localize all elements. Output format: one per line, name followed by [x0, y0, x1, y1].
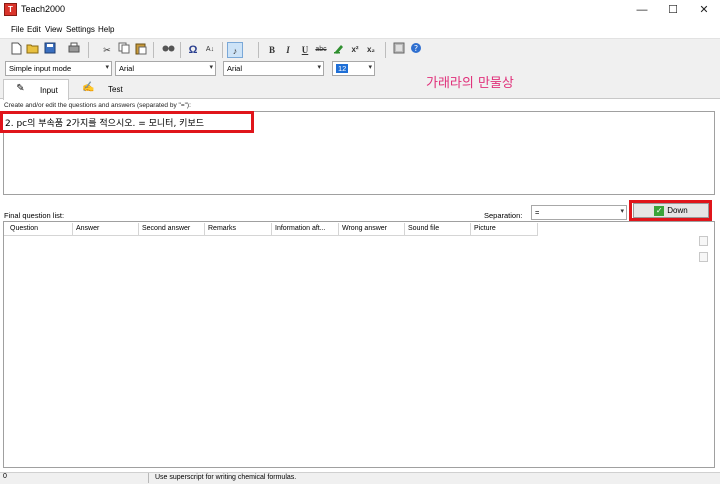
image-icon[interactable]: [391, 42, 407, 58]
toolbar-divider: [385, 42, 386, 58]
paste-icon[interactable]: [133, 42, 149, 58]
column-divider: [338, 223, 339, 235]
chevron-down-icon: ▾: [209, 64, 213, 71]
separation-value: =: [535, 208, 540, 217]
strikethrough-icon[interactable]: abc: [313, 42, 329, 58]
superscript-icon[interactable]: x²: [347, 42, 363, 58]
window-title: Teach2000: [21, 4, 66, 14]
column-divider: [271, 223, 272, 235]
test-icon: ✍: [82, 82, 95, 93]
answer-font-select[interactable]: Arial ▾: [223, 61, 324, 76]
menu-edit[interactable]: Edit: [27, 25, 41, 34]
move-down-icon[interactable]: [699, 252, 708, 262]
omega-icon[interactable]: Ω: [185, 42, 201, 58]
editor-text: 2. pc의 부속품 2가지를 적으시오. = 모니터, 키보드: [5, 119, 205, 129]
toolbar-divider: [88, 42, 89, 58]
chevron-down-icon: ▾: [368, 64, 372, 71]
down-arrow-icon: ✓: [654, 205, 665, 216]
bold-icon[interactable]: B: [264, 42, 280, 58]
print-icon[interactable]: [66, 42, 82, 58]
menu-settings[interactable]: Settings: [66, 25, 95, 34]
answer-font-value: Arial: [227, 64, 243, 73]
close-button[interactable]: ✕: [689, 0, 719, 20]
menu-bar: File Edit View Settings Help: [0, 20, 720, 38]
toolbar-divider: [222, 42, 223, 58]
column-header[interactable]: Wrong answer: [342, 225, 387, 232]
column-divider: [470, 223, 471, 235]
down-button-label: Down: [667, 206, 688, 215]
font-size-value: 12: [336, 64, 349, 73]
svg-text:?: ?: [414, 44, 418, 53]
open-folder-icon[interactable]: [25, 42, 41, 58]
column-divider: [138, 223, 139, 235]
pencil-icon: ✎: [16, 83, 25, 94]
column-divider: [204, 223, 205, 235]
watermark-text: 가래라의 만물상: [426, 76, 514, 91]
tab-input-label: Input: [40, 86, 58, 95]
chevron-down-icon: ▾: [105, 64, 109, 71]
sort-icon[interactable]: A↓: [202, 42, 218, 58]
underline-icon[interactable]: U: [297, 42, 313, 58]
move-up-icon[interactable]: [699, 236, 708, 246]
column-header[interactable]: Sound file: [408, 225, 439, 232]
input-mode-value: Simple input mode: [9, 64, 72, 73]
input-mode-select[interactable]: Simple input mode ▾: [5, 61, 112, 76]
question-font-value: Arial: [119, 64, 135, 73]
menu-file[interactable]: File: [11, 25, 24, 34]
status-bar: [0, 472, 720, 484]
italic-icon[interactable]: I: [280, 42, 296, 58]
tab-input[interactable]: ✎ Input: [3, 79, 69, 100]
highlight-icon[interactable]: [331, 42, 347, 58]
grid-header: Question Answer Second answer Remarks In…: [4, 222, 538, 236]
tab-test[interactable]: ✍ Test: [72, 79, 132, 99]
title-bar: T Teach2000 — ☐ ✕: [0, 0, 720, 20]
help-icon[interactable]: ?: [408, 42, 424, 58]
format-bar: Simple input mode ▾ Arial ▾ Arial ▾ 12 ▾: [0, 60, 720, 77]
down-button[interactable]: ✓ Down: [633, 203, 709, 218]
subscript-icon[interactable]: x₂: [363, 42, 379, 58]
app-icon: T: [4, 3, 17, 16]
toolbar: ✂ Ω A↓ ♪ B I U abc x² x₂ ?: [0, 38, 720, 60]
toolbar-divider: [258, 42, 259, 58]
toolbar-divider: [153, 42, 154, 58]
cut-icon[interactable]: ✂: [99, 42, 115, 58]
separation-select[interactable]: = ▾: [531, 205, 627, 220]
column-divider: [404, 223, 405, 235]
column-divider: [537, 223, 538, 235]
separation-label: Separation:: [484, 211, 523, 220]
status-divider: [148, 473, 149, 483]
question-list-grid[interactable]: [3, 221, 715, 468]
menu-view[interactable]: View: [45, 25, 62, 34]
status-hint: Use superscript for writing chemical for…: [155, 474, 297, 481]
find-icon[interactable]: [160, 42, 176, 58]
tab-test-label: Test: [108, 85, 123, 94]
toolbar-divider: [180, 42, 181, 58]
question-font-select[interactable]: Arial ▾: [115, 61, 216, 76]
font-size-select[interactable]: 12 ▾: [332, 61, 375, 76]
maximize-button[interactable]: ☐: [658, 0, 688, 20]
column-header[interactable]: Information aft...: [275, 225, 326, 232]
chevron-down-icon: ▾: [317, 64, 321, 71]
tab-strip: ✎ Input ✍ Test: [0, 77, 720, 100]
column-divider: [72, 223, 73, 235]
column-header[interactable]: Answer: [76, 225, 99, 232]
menu-help[interactable]: Help: [98, 25, 114, 34]
new-file-icon[interactable]: [8, 42, 24, 58]
save-icon[interactable]: [42, 42, 58, 58]
copy-icon[interactable]: [116, 42, 132, 58]
column-header[interactable]: Remarks: [208, 225, 236, 232]
question-count: 0: [3, 473, 7, 480]
column-header[interactable]: Picture: [474, 225, 496, 232]
minimize-button[interactable]: —: [627, 0, 657, 20]
column-header[interactable]: Question: [10, 225, 38, 232]
column-header[interactable]: Second answer: [142, 225, 190, 232]
chevron-down-icon: ▾: [620, 208, 624, 215]
music-note-icon[interactable]: ♪: [227, 42, 243, 58]
editor-label: Create and/or edit the questions and ans…: [4, 102, 191, 109]
question-list-label: Final question list:: [4, 211, 65, 220]
